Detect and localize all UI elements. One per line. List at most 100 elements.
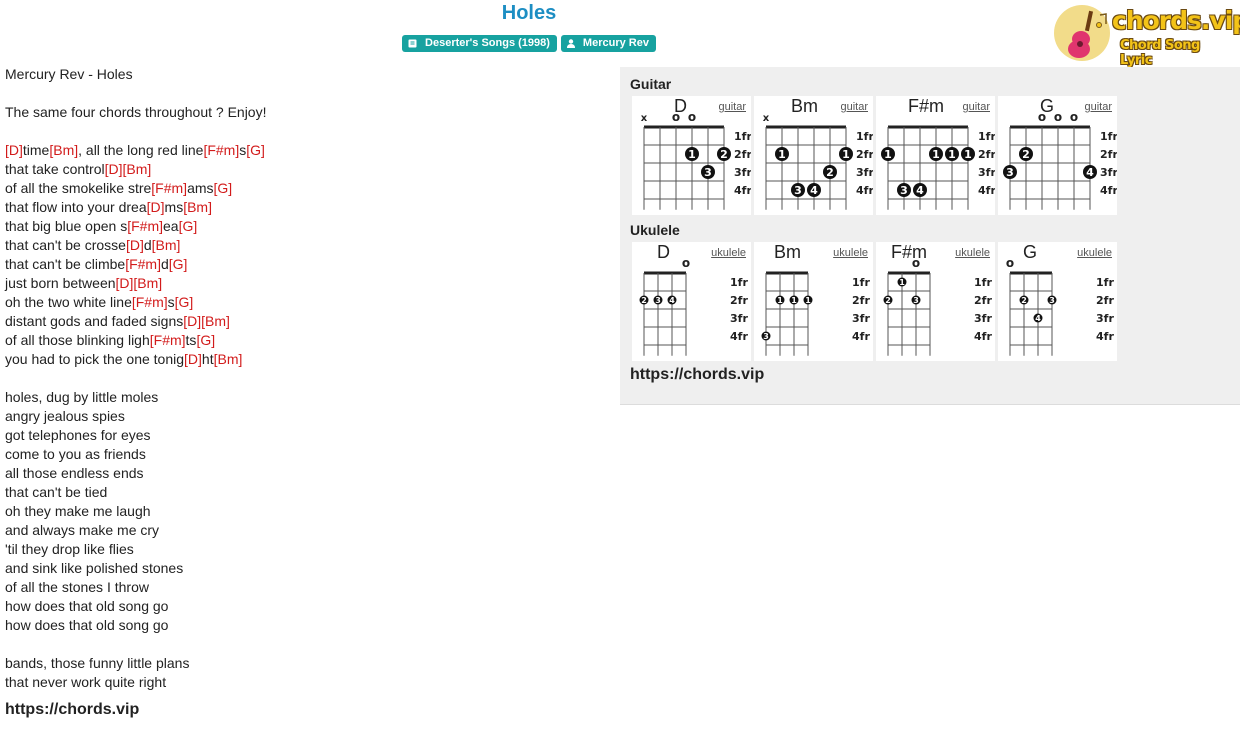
chord-link[interactable]: [G] — [175, 294, 194, 310]
svg-text:3: 3 — [704, 166, 712, 179]
chord-link[interactable]: [G] — [246, 142, 265, 158]
svg-text:1: 1 — [791, 296, 797, 305]
chord-link[interactable]: [Bm] — [214, 351, 243, 367]
chord-diagrams-panel: Guitar x o o 1fr 2fr 3fr 4fr 1 2 3 Dguitar x 1fr 2fr 3… — [620, 67, 1240, 405]
guitar-chord-card[interactable]: x 1fr 2fr 3fr 4fr 1 1 2 3 4 Bm guitar — [754, 96, 873, 215]
chord-link[interactable]: [Bm] — [183, 199, 212, 215]
chord-link[interactable]: [G] — [169, 256, 188, 272]
svg-text:3: 3 — [655, 296, 661, 305]
chord-link[interactable]: [F#m] — [151, 180, 187, 196]
finger-dot: 4 — [807, 183, 821, 197]
chord-name: Bm — [791, 96, 818, 116]
ukulele-chord-diagram: o 1fr 2fr 3fr 4fr 234 — [639, 256, 748, 356]
lyric-lines: Mercury Rev - Holes The same four chords … — [5, 65, 605, 692]
lyric-line: holes, dug by little moles — [5, 388, 605, 407]
panel-url[interactable]: https://chords.vip — [630, 366, 764, 384]
chord-link[interactable]: [D] — [184, 351, 202, 367]
chord-link[interactable]: [Bm] — [201, 313, 230, 329]
chord-name: F#m — [891, 242, 927, 262]
ukulele-chord-link[interactable]: ukulele — [1077, 247, 1112, 259]
guitar-chord-card[interactable]: x o o 1fr 2fr 3fr 4fr 1 2 3 Dguitar — [632, 96, 751, 215]
svg-text:3: 3 — [763, 332, 769, 341]
svg-text:3: 3 — [913, 296, 919, 305]
finger-dot: 1 — [685, 147, 699, 161]
svg-text:1: 1 — [688, 148, 696, 161]
finger-dot: 1 — [929, 147, 943, 161]
guitar-chord-card[interactable]: o o o 1fr 2fr 3fr 4fr 2 3 4 Gguitar — [998, 96, 1117, 215]
chord-link[interactable]: [D] — [126, 237, 144, 253]
ukulele-chord-link[interactable]: ukulele — [711, 247, 746, 259]
ukulele-section-label: Ukulele — [630, 222, 680, 238]
ukulele-chord-link[interactable]: ukulele — [955, 247, 990, 259]
svg-text:2: 2 — [641, 296, 647, 305]
guitar-chord-link[interactable]: guitar — [840, 101, 868, 113]
lyric-text: how does that old song go — [5, 598, 169, 614]
chord-link[interactable]: [Bm] — [49, 142, 78, 158]
guitar-chord-link[interactable]: guitar — [1084, 101, 1112, 113]
ukulele-chord-card[interactable]: 1fr 2fr 3fr 4fr 1 1 1 3 Bm ukulele — [754, 242, 873, 361]
lyric-line: of all the stones I throw — [5, 578, 605, 597]
chord-link[interactable]: [G] — [196, 332, 215, 348]
logo-subtitle: Chord Song Lyric — [1120, 38, 1200, 68]
ukulele-chord-card[interactable]: o 1fr 2fr 3fr 4fr 2 3 4 Gukulele — [998, 242, 1117, 361]
chord-link[interactable]: [D] — [147, 199, 165, 215]
logo-text: chords.vip — [1112, 6, 1240, 35]
lyric-line: that can't be climbe[F#m]d[G] — [5, 255, 605, 274]
fret-label: 2fr — [1100, 148, 1117, 161]
lyric-text: that can't be crosse — [5, 237, 126, 253]
lyric-line: The same four chords throughout ? Enjoy! — [5, 103, 605, 122]
finger-dot: 4 — [667, 295, 677, 305]
chord-link[interactable]: [F#m] — [127, 218, 163, 234]
ukulele-chord-card[interactable]: o 1fr 2fr 3fr 4fr 2 3 4 Dukulele — [632, 242, 751, 361]
chord-link[interactable]: [D] — [5, 142, 23, 158]
chord-link[interactable]: [F#m] — [203, 142, 239, 158]
ukulele-chord-link[interactable]: ukulele — [833, 247, 868, 259]
lyric-line: bands, those funny little plans — [5, 654, 605, 673]
finger-dot: 2 — [1019, 147, 1033, 161]
lyric-line: got telephones for eyes — [5, 426, 605, 445]
muted-string-mark: x — [763, 113, 770, 124]
footer-url[interactable]: https://chords.vip — [5, 700, 605, 719]
lyric-text: oh they make me laugh — [5, 503, 151, 519]
chord-link[interactable]: [Bm] — [133, 275, 162, 291]
artist-badge[interactable]: Mercury Rev — [560, 35, 656, 52]
svg-text:2: 2 — [1022, 148, 1030, 161]
svg-text:4: 4 — [916, 184, 924, 197]
lyric-line: Mercury Rev - Holes — [5, 65, 605, 84]
lyric-line: and always make me cry — [5, 521, 605, 540]
chord-link[interactable]: [F#m] — [150, 332, 186, 348]
guitar-chord-diagram: o o o1fr2fr3fr4fr23 4 — [1003, 110, 1117, 210]
svg-text:1: 1 — [842, 148, 850, 161]
chord-link[interactable]: [Bm] — [152, 237, 181, 253]
page-title[interactable]: Holes — [0, 2, 1058, 25]
lyric-text: d — [160, 256, 169, 272]
ukulele-chord-card[interactable]: o 1fr 2fr 3fr 4fr 1 2 3 F#m ukulele — [876, 242, 995, 361]
chord-link[interactable]: [F#m] — [125, 256, 161, 272]
svg-text:2: 2 — [1021, 296, 1027, 305]
chord-link[interactable]: [F#m] — [132, 294, 168, 310]
guitar-chord-link[interactable]: guitar — [962, 101, 990, 113]
fret-label: 3fr — [734, 166, 751, 179]
finger-dot: 1 — [775, 295, 785, 305]
lyric-text: all those endless ends — [5, 465, 144, 481]
chord-link[interactable]: [D] — [183, 313, 201, 329]
chord-link[interactable]: [G] — [214, 180, 233, 196]
svg-text:1: 1 — [805, 296, 811, 305]
fret-label: 2fr — [856, 148, 873, 161]
guitar-chord-card[interactable]: 1fr 2fr 3fr 4fr 1 1 1 1 3 4 F#m guitar — [876, 96, 995, 215]
album-badge[interactable]: Deserter's Songs (1998) — [402, 35, 557, 52]
lyric-text: ms — [164, 199, 184, 215]
chord-link[interactable]: [Bm] — [123, 161, 152, 177]
lyric-text: Mercury Rev - Holes — [5, 66, 133, 82]
guitar-section-label: Guitar — [630, 76, 672, 92]
fret-label: 1fr — [734, 130, 751, 143]
guitar-chord-link[interactable]: guitar — [718, 101, 746, 113]
chord-link[interactable]: [G] — [179, 218, 198, 234]
site-logo[interactable]: chords.vip Chord Song Lyric — [1054, 3, 1240, 68]
fret-label: 3fr — [978, 166, 995, 179]
chord-link[interactable]: [D] — [116, 275, 134, 291]
lyric-line: of all the smokelike stre[F#m]ams[G] — [5, 179, 605, 198]
fret-label: 2fr — [734, 148, 751, 161]
lyric-text: of all those blinking ligh — [5, 332, 150, 348]
chord-link[interactable]: [D] — [105, 161, 123, 177]
